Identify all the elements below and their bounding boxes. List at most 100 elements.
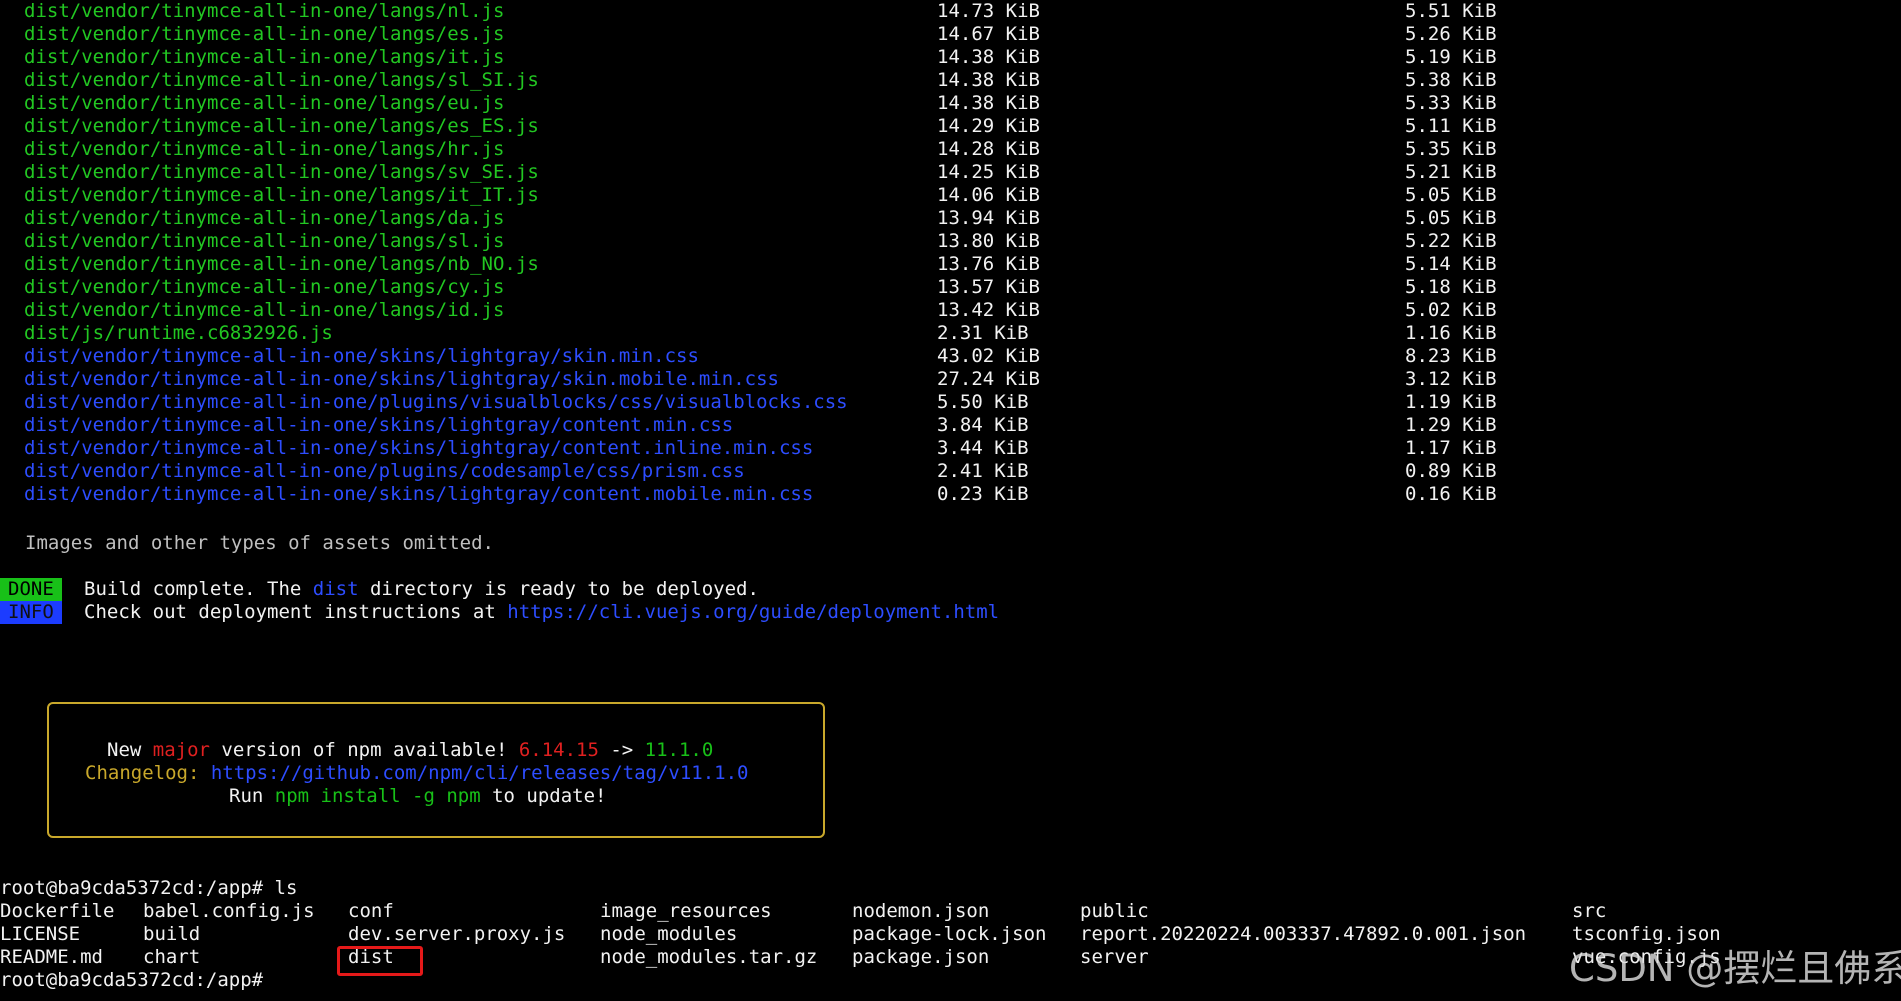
ls-entry: image_resources: [600, 900, 772, 922]
asset-gzipped-size: 3.12 KiB: [1405, 368, 1497, 390]
ls-entry: server: [1080, 946, 1149, 968]
asset-size: 14.06 KiB: [937, 184, 1040, 206]
asset-gzipped-size: 5.26 KiB: [1405, 23, 1497, 45]
ls-entry: src: [1572, 900, 1607, 922]
asset-file-name: dist/vendor/tinymce-all-in-one/langs/es.…: [24, 23, 505, 45]
asset-file-name: dist/vendor/tinymce-all-in-one/langs/sl_…: [24, 69, 539, 91]
asset-size: 13.42 KiB: [937, 299, 1040, 321]
asset-gzipped-size: 0.89 KiB: [1405, 460, 1497, 482]
ls-entry: report.20220224.003337.47892.0.001.json: [1080, 923, 1527, 945]
asset-gzipped-size: 0.16 KiB: [1405, 483, 1497, 505]
csdn-watermark: CSDN @摆烂且佛系: [1569, 947, 1901, 990]
asset-gzipped-size: 5.05 KiB: [1405, 207, 1497, 229]
ls-entry: babel.config.js: [143, 900, 315, 922]
asset-gzipped-size: 5.02 KiB: [1405, 299, 1497, 321]
ls-entry: README.md: [0, 946, 103, 968]
deployment-info-line: INFO Check out deployment instructions a…: [0, 601, 999, 624]
asset-size: 0.23 KiB: [937, 483, 1029, 505]
asset-file-name: dist/vendor/tinymce-all-in-one/langs/nb_…: [24, 253, 539, 275]
ls-entry: public: [1080, 900, 1149, 922]
npm-install-command: npm install -g npm: [274, 785, 481, 807]
asset-file-name: dist/vendor/tinymce-all-in-one/langs/eu.…: [24, 92, 505, 114]
done-message: Build complete. The dist directory is re…: [84, 578, 759, 600]
ls-entry: Dockerfile: [0, 900, 115, 922]
assets-omitted-note: Images and other types of assets omitted…: [25, 532, 494, 554]
asset-gzipped-size: 1.29 KiB: [1405, 414, 1497, 436]
asset-gzipped-size: 5.35 KiB: [1405, 138, 1497, 160]
asset-size: 14.67 KiB: [937, 23, 1040, 45]
asset-file-name: dist/vendor/tinymce-all-in-one/skins/lig…: [24, 368, 779, 390]
asset-file-name: dist/vendor/tinymce-all-in-one/langs/sl.…: [24, 230, 505, 252]
asset-size: 14.38 KiB: [937, 46, 1040, 68]
asset-file-name: dist/vendor/tinymce-all-in-one/langs/it_…: [24, 184, 539, 206]
npm-update-line-command: Run npm install -g npm to update!: [229, 785, 607, 807]
asset-file-name: dist/vendor/tinymce-all-in-one/plugins/c…: [24, 460, 745, 482]
deployment-docs-link[interactable]: https://cli.vuejs.org/guide/deployment.h…: [507, 601, 999, 623]
asset-file-name: dist/vendor/tinymce-all-in-one/langs/es_…: [24, 115, 539, 137]
ls-entry: tsconfig.json: [1572, 923, 1721, 945]
npm-update-line-version: New major version of npm available! 6.14…: [107, 739, 714, 761]
asset-gzipped-size: 8.23 KiB: [1405, 345, 1497, 367]
asset-size: 2.31 KiB: [937, 322, 1029, 344]
asset-size: 14.28 KiB: [937, 138, 1040, 160]
asset-file-name: dist/vendor/tinymce-all-in-one/skins/lig…: [24, 345, 699, 367]
asset-gzipped-size: 5.51 KiB: [1405, 0, 1497, 22]
ls-entry: package-lock.json: [852, 923, 1047, 945]
asset-size: 5.50 KiB: [937, 391, 1029, 413]
asset-file-name: dist/vendor/tinymce-all-in-one/skins/lig…: [24, 483, 814, 505]
asset-gzipped-size: 5.14 KiB: [1405, 253, 1497, 275]
asset-file-name: dist/vendor/tinymce-all-in-one/skins/lig…: [24, 437, 814, 459]
asset-size: 13.76 KiB: [937, 253, 1040, 275]
prompt-ps1: root@ba9cda5372cd:/app#: [0, 877, 264, 899]
asset-size: 27.24 KiB: [937, 368, 1040, 390]
asset-size: 43.02 KiB: [937, 345, 1040, 367]
asset-gzipped-size: 1.16 KiB: [1405, 322, 1497, 344]
asset-gzipped-size: 1.17 KiB: [1405, 437, 1497, 459]
prompt-command: ls: [263, 877, 298, 899]
asset-gzipped-size: 5.22 KiB: [1405, 230, 1497, 252]
asset-size: 14.38 KiB: [937, 92, 1040, 114]
asset-size: 2.41 KiB: [937, 460, 1029, 482]
npm-changelog-link[interactable]: https://github.com/npm/cli/releases/tag/…: [211, 762, 749, 784]
asset-size: 3.84 KiB: [937, 414, 1029, 436]
asset-file-name: dist/vendor/tinymce-all-in-one/langs/cy.…: [24, 276, 505, 298]
asset-gzipped-size: 5.18 KiB: [1405, 276, 1497, 298]
ls-entry: package.json: [852, 946, 990, 968]
asset-file-name: dist/vendor/tinymce-all-in-one/langs/sv_…: [24, 161, 539, 183]
asset-gzipped-size: 5.05 KiB: [1405, 184, 1497, 206]
asset-size: 3.44 KiB: [937, 437, 1029, 459]
asset-size: 14.38 KiB: [937, 69, 1040, 91]
npm-update-notice-box: New major version of npm available! 6.14…: [47, 702, 825, 838]
terminal-window[interactable]: dist/vendor/tinymce-all-in-one/langs/nl.…: [0, 0, 1901, 1001]
asset-file-name: dist/vendor/tinymce-all-in-one/langs/it.…: [24, 46, 505, 68]
asset-file-name: dist/vendor/tinymce-all-in-one/langs/nl.…: [24, 0, 505, 22]
final-shell-prompt[interactable]: root@ba9cda5372cd:/app#: [0, 969, 263, 992]
info-message: Check out deployment instructions at htt…: [84, 601, 1000, 623]
ls-entry: dev.server.proxy.js: [348, 923, 566, 945]
asset-size: 14.25 KiB: [937, 161, 1040, 183]
asset-file-name: dist/js/runtime.c6832926.js: [24, 322, 333, 344]
asset-file-name: dist/vendor/tinymce-all-in-one/langs/hr.…: [24, 138, 505, 160]
asset-size: 14.73 KiB: [937, 0, 1040, 22]
asset-size: 13.94 KiB: [937, 207, 1040, 229]
ls-entry: node_modules: [600, 923, 738, 945]
asset-gzipped-size: 1.19 KiB: [1405, 391, 1497, 413]
asset-file-name: dist/vendor/tinymce-all-in-one/langs/da.…: [24, 207, 505, 229]
done-badge: DONE: [0, 578, 62, 601]
asset-file-name: dist/vendor/tinymce-all-in-one/langs/id.…: [24, 299, 505, 321]
ls-entry: build: [143, 923, 201, 945]
asset-gzipped-size: 5.21 KiB: [1405, 161, 1497, 183]
npm-update-line-changelog: Changelog: https://github.com/npm/cli/re…: [85, 762, 749, 784]
dist-word: dist: [312, 578, 359, 600]
asset-file-name: dist/vendor/tinymce-all-in-one/plugins/v…: [24, 391, 848, 413]
asset-size: 13.57 KiB: [937, 276, 1040, 298]
ls-entry: conf: [348, 900, 394, 922]
shell-prompt-ls: root@ba9cda5372cd:/app# ls: [0, 877, 297, 900]
ls-entry: nodemon.json: [852, 900, 990, 922]
ls-entry: LICENSE: [0, 923, 81, 945]
ls-entry: chart: [143, 946, 201, 968]
dist-highlight-box: [337, 946, 423, 976]
info-badge: INFO: [0, 601, 62, 624]
asset-gzipped-size: 5.11 KiB: [1405, 115, 1497, 137]
asset-size: 13.80 KiB: [937, 230, 1040, 252]
